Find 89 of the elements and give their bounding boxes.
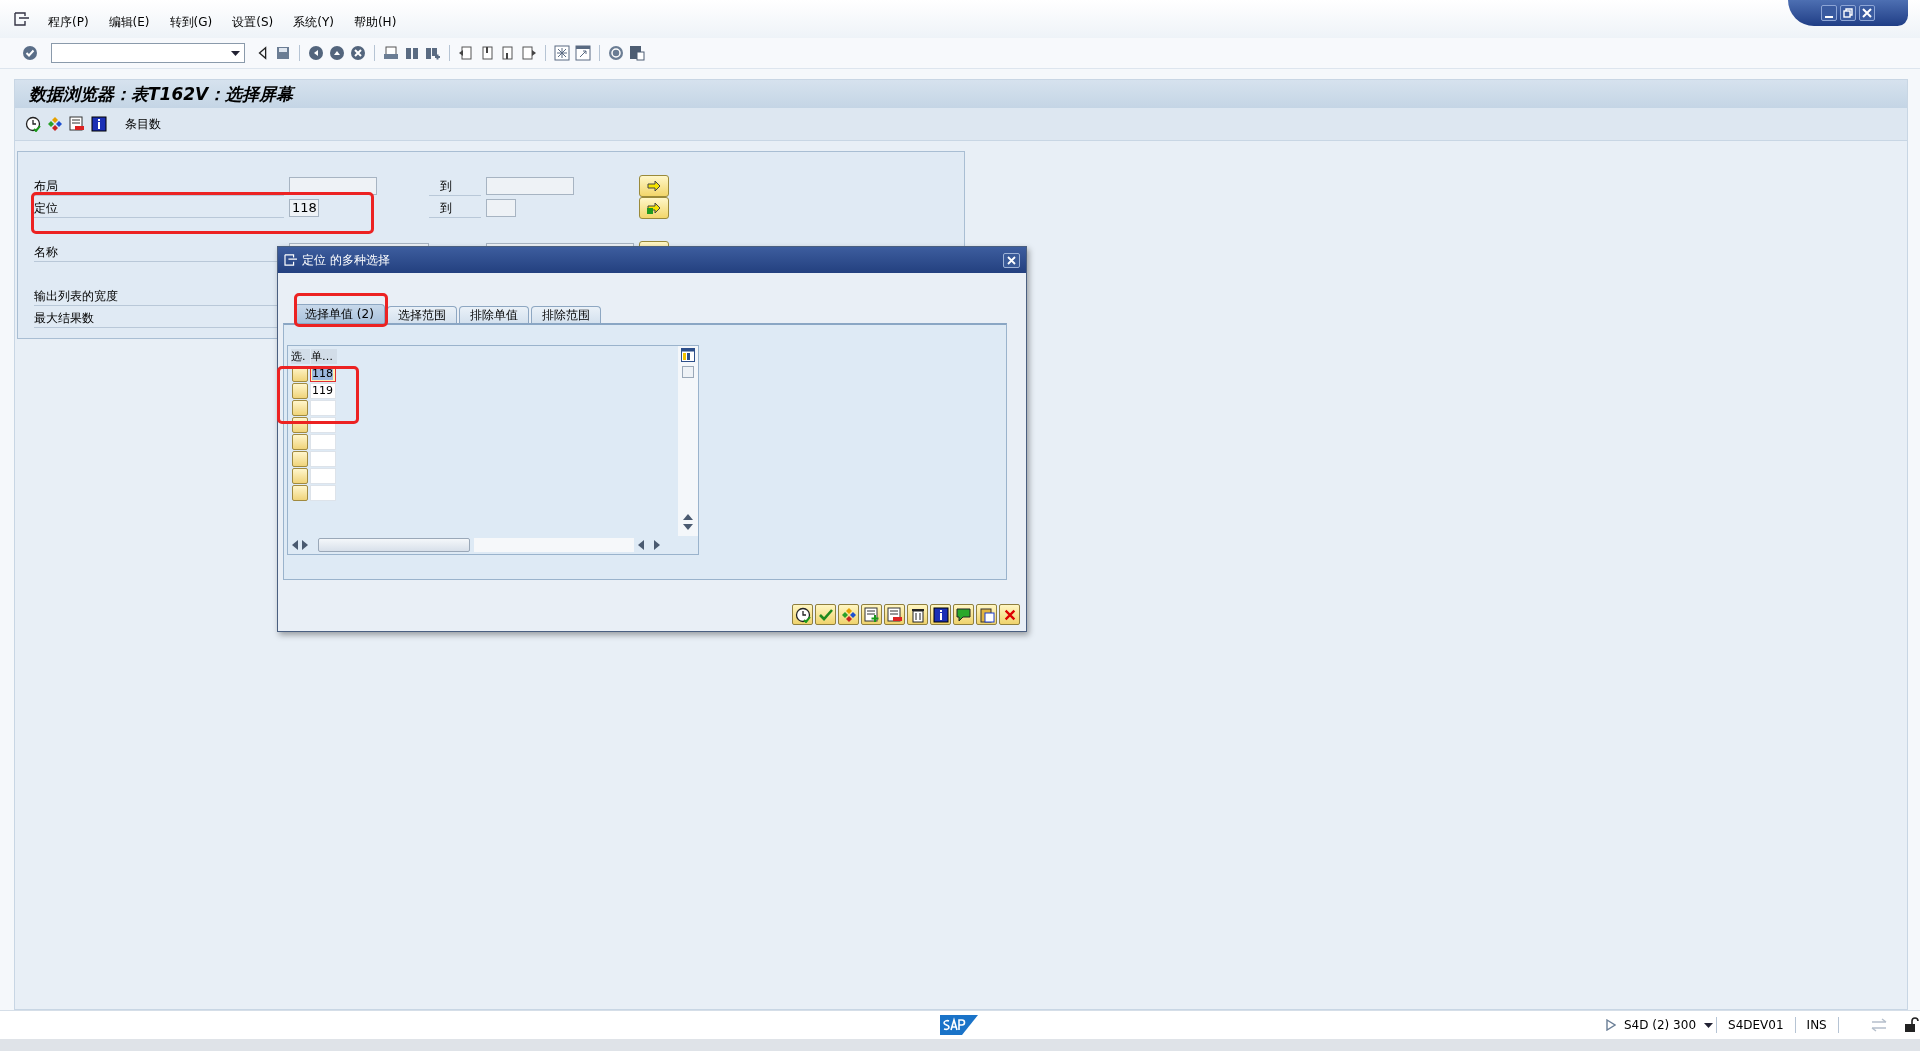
- layout-icon[interactable]: [554, 45, 570, 61]
- close-button[interactable]: [1859, 5, 1875, 21]
- tab[interactable]: 排除单值: [458, 306, 529, 323]
- table-cell[interactable]: [310, 434, 336, 450]
- menu-item[interactable]: 编辑(E): [98, 13, 160, 31]
- close-icon: [1862, 8, 1872, 18]
- next-page-icon[interactable]: [500, 45, 516, 61]
- minimize-button[interactable]: [1821, 5, 1837, 21]
- window-icon[interactable]: [575, 45, 591, 61]
- trash-icon: [909, 606, 926, 623]
- scroll-left-icon[interactable]: [292, 540, 298, 550]
- entries-count-button[interactable]: 条目数: [125, 115, 161, 133]
- delete-row-icon[interactable]: [69, 116, 85, 132]
- speech-bubble-icon: [955, 606, 972, 623]
- menu-item[interactable]: 设置(S): [222, 13, 284, 31]
- cancel-icon[interactable]: [350, 45, 366, 61]
- menu-item[interactable]: 系统(Y): [283, 13, 344, 31]
- last-page-icon[interactable]: [521, 45, 537, 61]
- first-page-icon[interactable]: [458, 45, 474, 61]
- scroll-thumb[interactable]: [682, 366, 694, 378]
- multiple-selection-button[interactable]: [639, 175, 669, 197]
- table-cell[interactable]: [310, 400, 336, 416]
- scroll-right-icon[interactable]: [654, 540, 660, 550]
- tab[interactable]: 选择范围: [386, 306, 457, 323]
- row-selector[interactable]: [292, 434, 308, 450]
- row-selector[interactable]: [292, 400, 308, 416]
- tab[interactable]: 选择单值 (2): [294, 304, 385, 323]
- table-cell[interactable]: [310, 468, 336, 484]
- menu-item[interactable]: 程序(P): [38, 13, 99, 31]
- input-mode: INS: [1805, 1018, 1828, 1032]
- dialog-title: 定位 的多种选择: [302, 251, 390, 269]
- screen-title: 数据浏览器：表T162V：选择屏幕: [29, 82, 294, 106]
- find-icon[interactable]: [404, 45, 420, 61]
- input-field[interactable]: 118: [289, 199, 319, 217]
- find-next-icon[interactable]: [425, 45, 441, 61]
- menu-item[interactable]: 转到(G): [159, 13, 223, 31]
- monitor-icon[interactable]: [629, 45, 645, 61]
- menu-icon[interactable]: [14, 12, 30, 26]
- command-field[interactable]: [51, 43, 245, 63]
- column-header[interactable]: 单…: [311, 349, 337, 364]
- field-label: 布局: [34, 176, 284, 196]
- clipboard-icon: [978, 606, 995, 623]
- toolbar-button[interactable]: [953, 604, 974, 625]
- logo-icon: [940, 1015, 978, 1035]
- minimize-icon: [1824, 16, 1834, 18]
- column-header[interactable]: 选.: [291, 349, 310, 364]
- row-selector[interactable]: [292, 485, 308, 501]
- system-info: S4D (2) 300: [1623, 1018, 1698, 1032]
- close-button[interactable]: [1003, 252, 1020, 268]
- toolbar-button[interactable]: [907, 604, 928, 625]
- scroll-down-icon[interactable]: [683, 524, 693, 530]
- restore-button[interactable]: [1840, 5, 1856, 21]
- play-icon[interactable]: [1606, 1019, 1616, 1031]
- scroll-left-icon[interactable]: [638, 540, 644, 550]
- save-icon[interactable]: [275, 45, 291, 61]
- diamond-arrows-icon[interactable]: [47, 116, 63, 132]
- field-label: 到: [429, 198, 481, 218]
- menu-item[interactable]: 帮助(H): [343, 13, 407, 31]
- check-icon[interactable]: [22, 45, 38, 61]
- tab[interactable]: 排除范围: [530, 306, 601, 323]
- close-icon: [1002, 607, 1017, 622]
- arrow-icon: [646, 178, 662, 194]
- execute-icon[interactable]: [25, 116, 41, 132]
- server-name: S4DEV01: [1727, 1018, 1785, 1032]
- column-settings-icon[interactable]: [681, 348, 695, 362]
- padlock-icon[interactable]: [1903, 1017, 1920, 1033]
- close-icon: [1007, 255, 1016, 265]
- previous-page-icon[interactable]: [479, 45, 495, 61]
- table-cell[interactable]: 119: [310, 383, 336, 399]
- row-selector[interactable]: [292, 383, 308, 399]
- multiple-selection-button[interactable]: [639, 197, 669, 219]
- arrow-filled-icon: [646, 200, 662, 216]
- field-label: 定位: [34, 198, 284, 218]
- print-icon[interactable]: [383, 45, 399, 61]
- table-cell[interactable]: [310, 451, 336, 467]
- dropdown-icon[interactable]: [1704, 1022, 1714, 1028]
- scroll-right-icon[interactable]: [302, 540, 308, 550]
- row-selector[interactable]: [292, 451, 308, 467]
- table-cell[interactable]: [310, 485, 336, 501]
- scroll-up-icon[interactable]: [683, 514, 693, 520]
- info-icon[interactable]: [91, 116, 107, 132]
- field-label: 到: [429, 176, 481, 196]
- row-selector[interactable]: [292, 468, 308, 484]
- input-field[interactable]: [486, 177, 574, 195]
- help-icon[interactable]: [608, 45, 624, 61]
- scroll-thumb[interactable]: [318, 538, 470, 552]
- input-field[interactable]: [486, 199, 516, 217]
- restore-icon: [1843, 8, 1853, 18]
- dropdown-icon[interactable]: [231, 50, 240, 56]
